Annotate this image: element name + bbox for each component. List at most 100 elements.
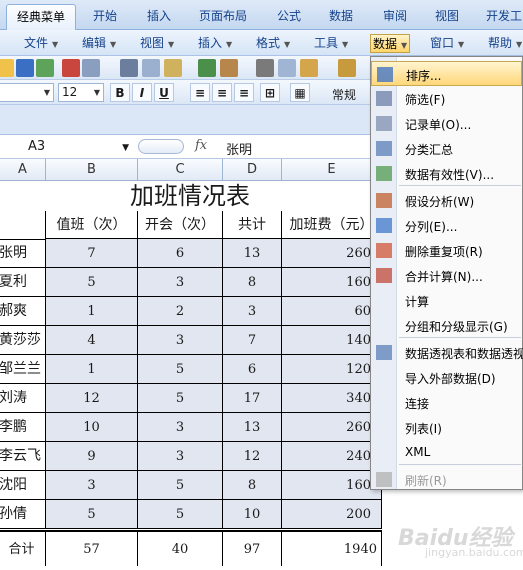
menu-view[interactable]: 视图 ▼: [140, 34, 174, 53]
sum-fee-cell[interactable]: 1940: [282, 530, 382, 566]
sum-meeting-cell[interactable]: 40: [138, 530, 223, 566]
align-left-icon[interactable]: ≡: [190, 83, 210, 102]
total-cell[interactable]: 12: [223, 442, 282, 471]
meeting-cell[interactable]: 6: [138, 239, 223, 268]
header-cell[interactable]: 开会（次）: [138, 211, 223, 239]
data-menu-item[interactable]: 筛选(F): [371, 86, 522, 111]
formula-input[interactable]: 张明: [226, 139, 252, 158]
italic-button[interactable]: I: [132, 83, 152, 102]
copy-icon[interactable]: [278, 59, 296, 77]
cut-icon[interactable]: [256, 59, 274, 77]
name-box[interactable]: A3 ▼: [0, 137, 133, 157]
fee-cell[interactable]: 260: [282, 413, 382, 442]
duty-cell[interactable]: 1: [46, 297, 138, 326]
style-combo[interactable]: 常规: [332, 86, 356, 103]
name-cell[interactable]: 李鹏: [0, 413, 46, 442]
meeting-cell[interactable]: 3: [138, 442, 223, 471]
fee-cell[interactable]: 200: [282, 500, 382, 529]
menu-insert[interactable]: 插入 ▼: [198, 34, 232, 53]
tab-page-layout[interactable]: 页面布局: [192, 4, 254, 30]
duty-cell[interactable]: 10: [46, 413, 138, 442]
total-cell[interactable]: 13: [223, 239, 282, 268]
header-cell[interactable]: 加班费（元）: [282, 211, 382, 239]
research-icon[interactable]: [164, 59, 182, 77]
tab-review[interactable]: 审阅: [374, 4, 416, 30]
bold-button[interactable]: B: [110, 83, 130, 102]
fee-cell[interactable]: 140: [282, 326, 382, 355]
meeting-cell[interactable]: 3: [138, 268, 223, 297]
total-cell[interactable]: 13: [223, 413, 282, 442]
name-cell[interactable]: 沈阳: [0, 471, 46, 500]
data-menu-item[interactable]: 分列(E)...: [371, 213, 522, 238]
tab-developer[interactable]: 开发工: [482, 4, 523, 30]
total-cell[interactable]: 6: [223, 355, 282, 384]
data-menu-item[interactable]: 分类汇总: [371, 136, 522, 161]
fee-cell[interactable]: 240: [282, 442, 382, 471]
menu-help[interactable]: 帮助 ▼: [488, 34, 522, 53]
attach-icon[interactable]: [82, 59, 100, 77]
align-center-icon[interactable]: ≡: [212, 83, 232, 102]
fee-cell[interactable]: 340: [282, 384, 382, 413]
menu-data[interactable]: 数据 ▼: [370, 34, 411, 53]
tab-classic-menu[interactable]: 经典菜单: [6, 4, 76, 30]
total-cell[interactable]: 10: [223, 500, 282, 529]
data-menu-item[interactable]: 连接: [371, 390, 522, 415]
total-cell[interactable]: 3: [223, 297, 282, 326]
name-cell[interactable]: 孙倩: [0, 500, 46, 529]
header-cell[interactable]: 值班（次）: [46, 211, 138, 239]
duty-cell[interactable]: 12: [46, 384, 138, 413]
tab-insert[interactable]: 插入: [138, 4, 180, 30]
sum-duty-cell[interactable]: 57: [46, 530, 138, 566]
data-menu-item[interactable]: 计算: [371, 288, 522, 313]
header-cell[interactable]: 共计: [223, 211, 282, 239]
fee-cell[interactable]: 260: [282, 239, 382, 268]
total-cell[interactable]: 17: [223, 384, 282, 413]
meeting-cell[interactable]: 3: [138, 326, 223, 355]
data-menu-item[interactable]: 合并计算(N)...: [371, 263, 522, 288]
underline-button[interactable]: U: [154, 83, 174, 102]
email-icon[interactable]: [62, 59, 80, 77]
data-menu-item[interactable]: 记录单(O)...: [371, 111, 522, 136]
border-icon[interactable]: ▦: [290, 83, 310, 102]
research-book-icon[interactable]: [220, 59, 238, 77]
duty-cell[interactable]: 7: [46, 239, 138, 268]
permission-icon[interactable]: [36, 59, 54, 77]
meeting-cell[interactable]: 5: [138, 384, 223, 413]
name-cell[interactable]: 李云飞: [0, 442, 46, 471]
data-menu-item[interactable]: 导入外部数据(D): [371, 365, 522, 390]
sheet-title[interactable]: 加班情况表: [0, 181, 380, 211]
font-size-combo[interactable]: 12 ▼: [58, 83, 104, 102]
menu-format[interactable]: 格式 ▼: [256, 34, 290, 53]
meeting-cell[interactable]: 5: [138, 500, 223, 529]
duty-cell[interactable]: 1: [46, 355, 138, 384]
duty-cell[interactable]: 3: [46, 471, 138, 500]
save-icon[interactable]: [16, 59, 34, 77]
meeting-cell[interactable]: 2: [138, 297, 223, 326]
tab-view[interactable]: 视图: [426, 4, 468, 30]
duty-cell[interactable]: 9: [46, 442, 138, 471]
paste-icon[interactable]: [300, 59, 318, 77]
data-menu-item[interactable]: 数据透视表和数据透视: [371, 340, 523, 365]
tab-data[interactable]: 数据: [320, 4, 362, 30]
fee-cell[interactable]: 160: [282, 471, 382, 500]
font-name-combo[interactable]: ▼: [0, 83, 54, 102]
name-cell[interactable]: 郝爽: [0, 297, 46, 326]
data-menu-item[interactable]: 假设分析(W): [371, 188, 522, 213]
menu-window[interactable]: 窗口 ▼: [430, 34, 464, 53]
column-header-b[interactable]: B: [46, 159, 138, 181]
name-cell[interactable]: 邹兰兰: [0, 355, 46, 384]
sum-label-cell[interactable]: 合计: [0, 530, 46, 566]
duty-cell[interactable]: 5: [46, 268, 138, 297]
print-icon[interactable]: [120, 59, 138, 77]
menu-tools[interactable]: 工具 ▼: [314, 34, 348, 53]
format-painter-icon[interactable]: [338, 59, 356, 77]
name-box-splitter[interactable]: [138, 139, 184, 154]
column-header-a[interactable]: A: [0, 159, 46, 181]
duty-cell[interactable]: 5: [46, 500, 138, 529]
fee-cell[interactable]: 120: [282, 355, 382, 384]
duty-cell[interactable]: 4: [46, 326, 138, 355]
tab-home[interactable]: 开始: [84, 4, 126, 30]
name-cell[interactable]: 刘涛: [0, 384, 46, 413]
merge-center-icon[interactable]: ⊞: [260, 83, 280, 102]
meeting-cell[interactable]: 5: [138, 355, 223, 384]
